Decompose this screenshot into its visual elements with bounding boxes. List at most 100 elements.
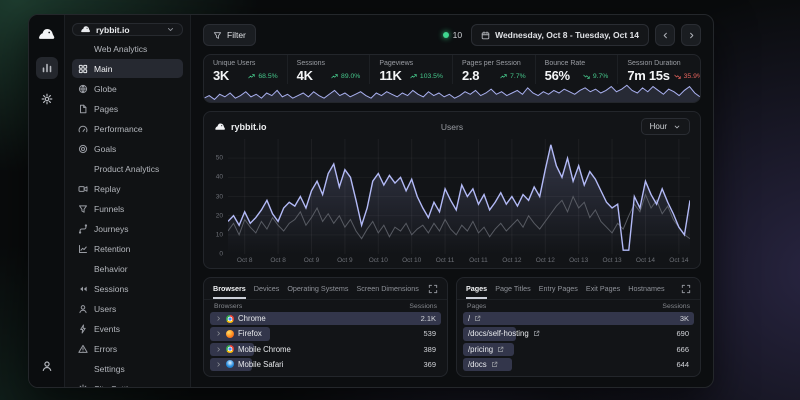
sidebar-item-icon (78, 124, 88, 134)
sidebar-item[interactable]: Funnels (72, 199, 183, 218)
y-tick-label: 30 (216, 193, 223, 200)
sidebar-item: Settings (72, 359, 183, 378)
browser-name: Chrome (238, 314, 266, 323)
browser-row[interactable]: Mobile Safari 369 (210, 358, 441, 371)
browser-name: Firefox (238, 329, 262, 338)
person-icon (41, 360, 53, 372)
sidebar-item[interactable]: Users (72, 299, 183, 318)
expand-icon[interactable] (428, 284, 438, 294)
chart-plot-area[interactable] (228, 139, 690, 254)
tab[interactable]: Devices (254, 284, 280, 299)
x-tick-label: Oct 14 (636, 257, 655, 264)
page-row[interactable]: /pricing 666 (463, 343, 694, 356)
app-window: rybbit.io Web Analytics Main Globe Pages (28, 14, 714, 388)
prev-period-button[interactable] (655, 24, 675, 46)
stat-change: 103.5% (409, 73, 443, 80)
x-tick-label: Oct 12 (502, 257, 521, 264)
workspace-selector[interactable]: rybbit.io (72, 23, 183, 36)
sidebar-item[interactable]: Errors (72, 339, 183, 358)
sessions-value: 2.1K (421, 314, 436, 323)
x-axis: Oct 8Oct 8Oct 9Oct 9Oct 10Oct 10Oct 11Oc… (228, 254, 690, 266)
sidebar-item[interactable]: Events (72, 319, 183, 338)
browsers-table-header: Browsers Sessions (204, 300, 447, 312)
sidebar-item: Product Analytics (72, 159, 183, 178)
sidebar-item[interactable]: Sessions (72, 279, 183, 298)
stat-card[interactable]: Sessions 4K 89.0% (287, 55, 370, 84)
stat-card[interactable]: Session Duration 7m 15s 35.9% (617, 55, 700, 84)
sidebar-item[interactable]: Pages (72, 99, 183, 118)
sidebar-item[interactable]: Site Settings (72, 379, 183, 388)
chevron-right-icon[interactable] (215, 330, 222, 337)
chevron-right-icon[interactable] (215, 361, 222, 368)
sidebar-item-label: Sessions (94, 284, 129, 294)
tab[interactable]: Pages (466, 284, 487, 299)
rail-analytics-button[interactable] (36, 57, 58, 79)
tab[interactable]: Hostnames (628, 284, 664, 299)
sidebar-item[interactable]: Goals (72, 139, 183, 158)
stat-change: 9.7% (582, 73, 609, 80)
interval-value: Hour (650, 122, 667, 131)
sidebar-item[interactable]: Replay (72, 179, 183, 198)
sidebar-item[interactable]: Main (72, 59, 183, 78)
rail-settings-button[interactable] (36, 88, 58, 110)
rail-account-button[interactable] (36, 355, 58, 377)
stat-card[interactable]: Pageviews 11K 103.5% (369, 55, 452, 84)
stat-card[interactable]: Unique Users 3K 68.5% (204, 55, 287, 84)
browser-row[interactable]: Chrome 2.1K (210, 312, 441, 325)
browser-row[interactable]: Mobile Chrome 389 (210, 343, 441, 356)
sidebar-item-icon (78, 264, 88, 274)
x-tick-label: Oct 12 (536, 257, 555, 264)
expand-icon[interactable] (681, 284, 691, 294)
stat-change-value: 68.5% (258, 73, 277, 80)
external-link-icon[interactable] (533, 330, 540, 337)
interval-select[interactable]: Hour (641, 118, 690, 135)
chevron-right-icon[interactable] (215, 315, 222, 322)
y-tick-label: 50 (216, 155, 223, 162)
browser-name: Mobile Chrome (238, 345, 291, 354)
browser-row[interactable]: Firefox 539 (210, 327, 441, 340)
browsers-panel: Browsers Devices Operating Systems Screen D… (203, 277, 448, 377)
sidebar-item[interactable]: Globe (72, 79, 183, 98)
stat-label: Pages per Session (462, 60, 526, 67)
sidebar-item[interactable]: Retention (72, 239, 183, 258)
pages-tabs: Pages Page Titles Entry Pages Exit Pages Hos… (457, 278, 700, 300)
trend-arrow-icon (499, 73, 508, 80)
sidebar-item-icon (78, 164, 88, 174)
pages-panel: Pages Page Titles Entry Pages Exit Pages Hos… (456, 277, 701, 377)
column-header-sessions: Sessions (409, 303, 437, 310)
external-link-icon[interactable] (474, 315, 481, 322)
column-header-browsers: Browsers (214, 303, 242, 310)
page-row[interactable]: /docs/self-hosting 690 (463, 327, 694, 340)
main-chart-header: rybbit.io Users Hour (204, 112, 700, 135)
page-row[interactable]: /docs 644 (463, 358, 694, 371)
next-period-button[interactable] (681, 24, 701, 46)
tab[interactable]: Operating Systems (287, 284, 348, 299)
x-tick-label: Oct 8 (270, 257, 286, 264)
sidebar-item-label: Settings (94, 364, 125, 374)
live-dot-icon (443, 32, 449, 38)
tab[interactable]: Entry Pages (539, 284, 578, 299)
page-row[interactable]: / 3K (463, 312, 694, 325)
main-content: Filter 10 Wednesday, Oct 8 - Tuesday, Oc… (191, 15, 713, 387)
tab[interactable]: Browsers (213, 284, 246, 299)
tab[interactable]: Screen Dimensions (356, 284, 418, 299)
tab[interactable]: Exit Pages (586, 284, 620, 299)
stat-card[interactable]: Bounce Rate 56% 9.7% (535, 55, 618, 84)
filter-icon (213, 31, 222, 40)
sidebar-item-icon (78, 384, 88, 389)
sidebar-item[interactable]: Performance (72, 119, 183, 138)
chevron-right-icon[interactable] (215, 346, 222, 353)
date-range-picker[interactable]: Wednesday, Oct 8 - Tuesday, Oct 14 (471, 24, 649, 46)
external-link-icon[interactable] (491, 361, 498, 368)
tab[interactable]: Page Titles (495, 284, 531, 299)
external-link-icon[interactable] (497, 346, 504, 353)
sidebar-nav: Web Analytics Main Globe Pages Performan… (72, 38, 183, 388)
sidebar-item[interactable]: Journeys (72, 219, 183, 238)
y-tick-label: 40 (216, 174, 223, 181)
stats-sparkline (204, 84, 700, 102)
sessions-value: 644 (676, 360, 689, 369)
column-header-pages: Pages (467, 303, 486, 310)
pages-table-header: Pages Sessions (457, 300, 700, 312)
filter-button[interactable]: Filter (203, 24, 256, 46)
stat-card[interactable]: Pages per Session 2.8 7.7% (452, 55, 535, 84)
